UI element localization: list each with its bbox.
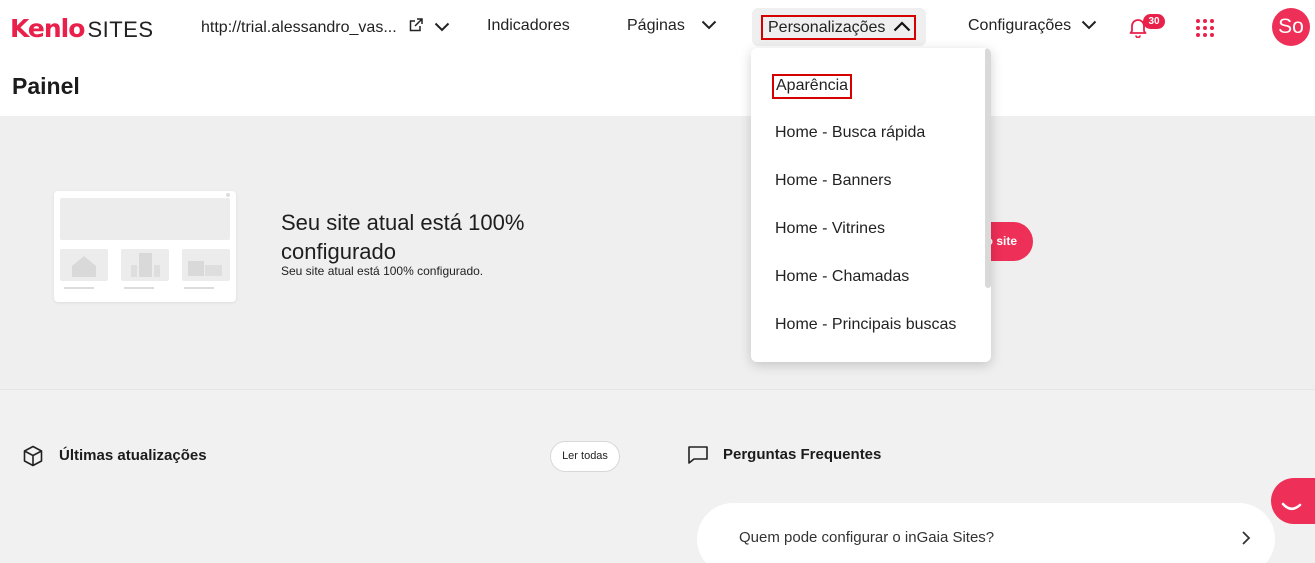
- menu-item-home-calls[interactable]: Home - Chamadas: [775, 268, 909, 286]
- nav-indicators[interactable]: Indicadores: [487, 17, 570, 35]
- site-status-subtitle: Seu site atual está 100% configurado.: [281, 264, 484, 278]
- read-all-button[interactable]: Ler todas: [550, 441, 620, 472]
- menu-item-home-showcases[interactable]: Home - Vitrines: [775, 220, 885, 238]
- notification-badge: 30: [1143, 14, 1165, 29]
- menu-item-home-banners[interactable]: Home - Banners: [775, 172, 892, 190]
- house-icon: [72, 256, 96, 277]
- dropdown-scrollbar[interactable]: [985, 48, 991, 288]
- top-navigation: Kenlo SITES http://trial.alessandro_vas.…: [0, 0, 1315, 56]
- nav-pages[interactable]: Páginas: [627, 17, 717, 35]
- latest-updates-title: Últimas atualizações: [59, 447, 207, 464]
- site-url-menu[interactable]: http://trial.alessandro_vas...: [201, 17, 450, 38]
- menu-item-home-main-searches[interactable]: Home - Principais buscas: [775, 316, 956, 334]
- chevron-right-icon: [1241, 530, 1251, 551]
- chevron-up-icon: [893, 19, 911, 37]
- site-status-banner: Seu site atual está 100% configurado Seu…: [0, 116, 1315, 390]
- chevron-down-icon[interactable]: [434, 19, 450, 37]
- page-header: Painel: [0, 56, 1315, 116]
- nav-indicators-label: Indicadores: [487, 17, 570, 34]
- kenlo-sites-logo[interactable]: Kenlo SITES: [10, 14, 154, 43]
- logo-sites-text: SITES: [87, 17, 154, 42]
- logo-kenlo-text: Kenlo: [10, 14, 85, 43]
- menu-item-appearance[interactable]: Aparência: [772, 74, 853, 99]
- nav-settings[interactable]: Configurações: [968, 17, 1097, 35]
- site-status-title: Seu site atual está 100% configurado: [281, 210, 525, 264]
- nav-settings-label: Configurações: [968, 17, 1072, 34]
- faq-item[interactable]: Quem pode configurar o inGaia Sites?: [697, 503, 1275, 563]
- smile-icon: [1281, 502, 1302, 510]
- page-title: Painel: [12, 73, 80, 99]
- warehouse-icon: [188, 261, 222, 276]
- chat-support-button[interactable]: [1271, 478, 1315, 524]
- site-url-label: http://trial.alessandro_vas...: [201, 18, 397, 36]
- apps-grid-icon[interactable]: [1196, 19, 1214, 37]
- chat-bubble-icon: [687, 444, 709, 471]
- user-avatar[interactable]: So: [1272, 8, 1310, 46]
- site-illustration: [54, 191, 236, 302]
- customizations-dropdown: Aparência Home - Busca rápida Home - Ban…: [751, 48, 991, 362]
- building-icon: [131, 253, 160, 277]
- faq-question: Quem pode configurar o inGaia Sites?: [739, 529, 995, 546]
- nav-customizations-label: Personalizações: [768, 18, 886, 36]
- faq-title: Perguntas Frequentes: [723, 446, 882, 463]
- chevron-down-icon: [1081, 17, 1097, 35]
- cube-icon: [22, 445, 44, 472]
- chevron-down-icon: [701, 17, 717, 35]
- menu-item-home-quick-search[interactable]: Home - Busca rápida: [775, 124, 925, 142]
- external-link-icon[interactable]: [408, 17, 424, 38]
- nav-customizations[interactable]: Personalizações: [761, 15, 917, 40]
- nav-pages-label: Páginas: [627, 17, 685, 34]
